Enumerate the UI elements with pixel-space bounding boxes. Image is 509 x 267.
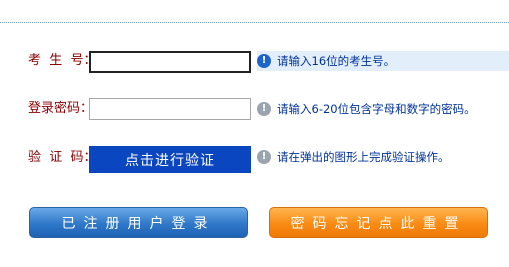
info-icon: ! <box>257 150 271 164</box>
password-label: 登录密码： <box>28 101 94 116</box>
top-divider <box>0 22 509 23</box>
password-input[interactable] <box>89 98 251 120</box>
info-icon: ! <box>257 102 271 116</box>
exam-number-hint-text: 请输入16位的考生号。 <box>277 54 396 68</box>
login-button[interactable]: 已注册用户登录 <box>29 207 248 238</box>
captcha-label: 验 证 码： <box>28 150 97 165</box>
captcha-hint-text: 请在弹出的图形上完成验证操作。 <box>277 150 450 164</box>
reset-password-button[interactable]: 密码忘记点此重置 <box>269 207 488 238</box>
password-hint: ! 请输入6-20位包含字母和数字的密码。 <box>257 99 476 119</box>
captcha-hint: ! 请在弹出的图形上完成验证操作。 <box>257 147 450 167</box>
info-icon: ! <box>257 54 271 68</box>
password-hint-text: 请输入6-20位包含字母和数字的密码。 <box>277 102 476 116</box>
captcha-verify-button[interactable]: 点击进行验证 <box>89 146 251 173</box>
exam-number-hint: ! 请输入16位的考生号。 <box>257 51 509 71</box>
exam-number-input[interactable] <box>89 51 251 73</box>
exam-number-label: 考 生 号： <box>28 53 97 68</box>
